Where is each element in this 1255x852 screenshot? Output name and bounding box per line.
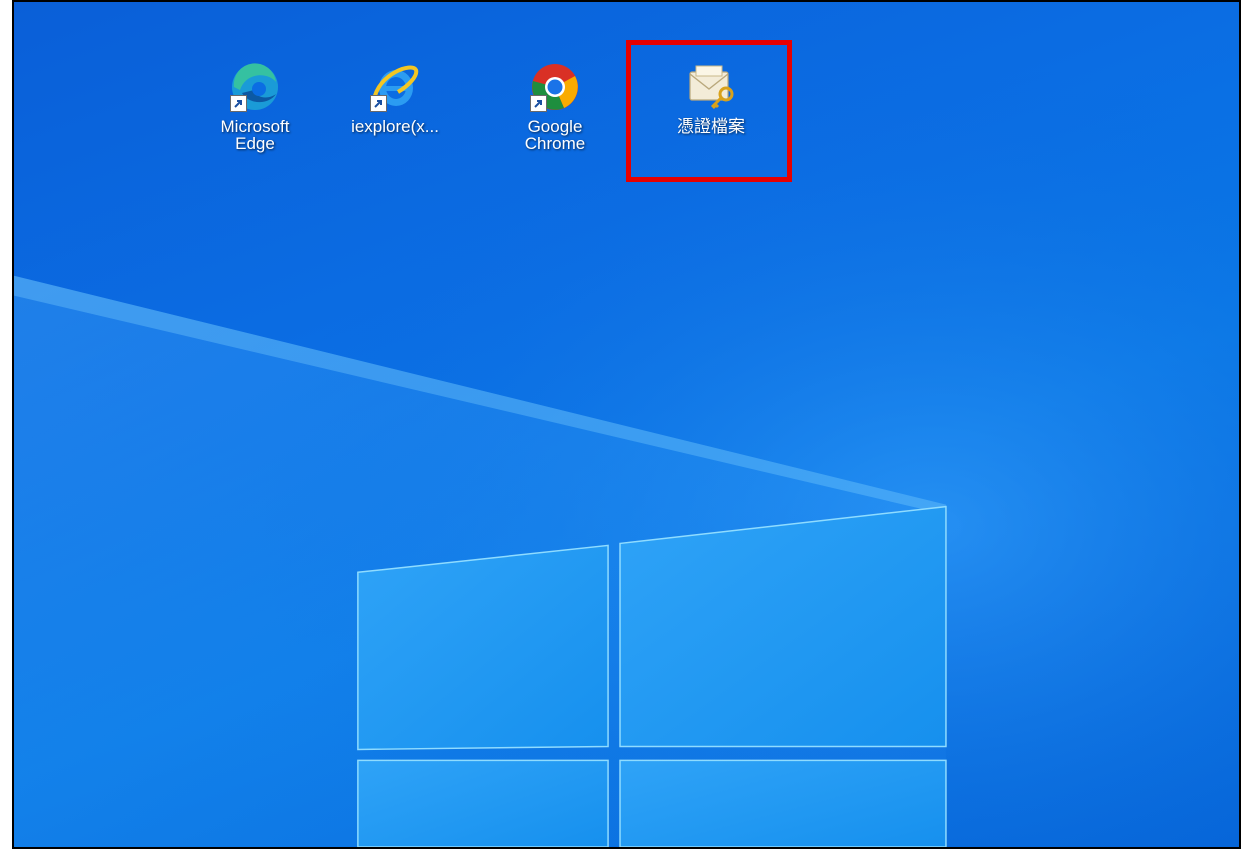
shortcut-arrow-icon xyxy=(530,95,547,112)
shortcut-arrow-icon xyxy=(230,95,247,112)
windows-desktop[interactable]: Microsoft Edge iexplore(x... Google Chro… xyxy=(12,0,1241,849)
desktop-icon-label: iexplore(x... xyxy=(351,117,439,136)
internet-explorer-icon xyxy=(368,60,422,114)
desktop-icon-label: Google Chrome xyxy=(524,117,586,153)
desktop-icon-microsoft-edge[interactable]: Microsoft Edge xyxy=(200,60,310,152)
desktop-icon-label: Microsoft Edge xyxy=(220,117,290,153)
chrome-icon xyxy=(528,60,582,114)
red-highlight-box xyxy=(626,40,792,182)
edge-icon xyxy=(228,60,282,114)
shortcut-arrow-icon xyxy=(370,95,387,112)
desktop-icon-google-chrome[interactable]: Google Chrome xyxy=(500,60,610,152)
desktop-icon-iexplore[interactable]: iexplore(x... xyxy=(340,60,450,135)
screenshot-frame: Microsoft Edge iexplore(x... Google Chro… xyxy=(0,0,1255,852)
